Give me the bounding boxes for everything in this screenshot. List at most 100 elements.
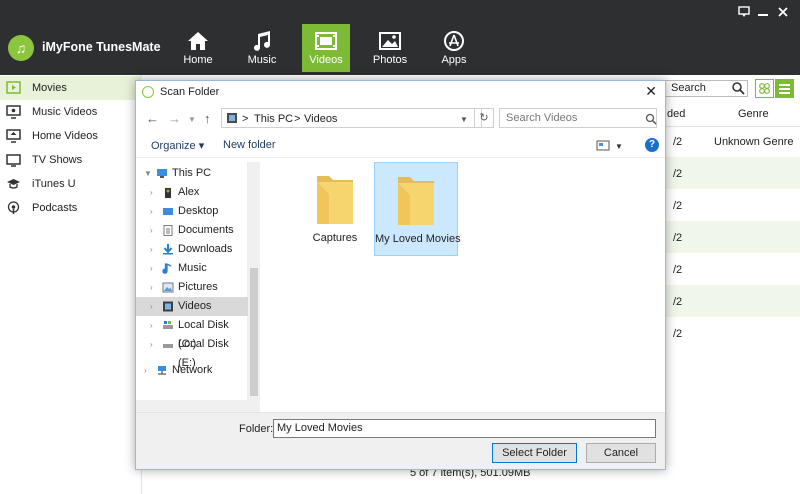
nav-photos[interactable]: Photos: [366, 24, 414, 72]
sidebar-item-music-videos[interactable]: Music Videos: [0, 100, 142, 124]
sidebar-item-movies[interactable]: Movies: [0, 76, 142, 100]
sidebar-item-itunes-u[interactable]: iTunes U: [0, 172, 142, 196]
address-dropdown-icon[interactable]: ▼: [460, 115, 468, 124]
tree-item-videos[interactable]: › Videos: [136, 297, 248, 316]
downloads-folder-icon: [163, 244, 173, 255]
sidebar-item-tv-shows[interactable]: TV Shows: [0, 148, 142, 172]
tree-item-local-disk-c[interactable]: › Local Disk (C:): [136, 316, 248, 350]
up-arrow-icon[interactable]: ↑: [204, 111, 211, 126]
organize-menu[interactable]: Organize ▾: [151, 139, 204, 152]
select-folder-button[interactable]: Select Folder: [492, 443, 577, 463]
grid-view-button[interactable]: [755, 79, 774, 98]
collapsed-chevron-icon[interactable]: ›: [150, 240, 153, 259]
table-cell: /2: [673, 264, 683, 276]
tree-item-local-disk-e[interactable]: › Local Disk (E:): [136, 335, 248, 369]
sidebar-item-label: iTunes U: [32, 178, 76, 190]
nav-videos-label: Videos: [309, 54, 343, 66]
collapsed-chevron-icon[interactable]: ›: [150, 202, 153, 221]
nav-home-label: Home: [183, 54, 213, 66]
table-cell: /2: [673, 296, 683, 308]
tree-item-downloads[interactable]: › Downloads: [136, 240, 248, 259]
dialog-search-input[interactable]: Search Videos: [499, 108, 657, 128]
expand-icon[interactable]: ▼: [144, 164, 152, 183]
collapsed-chevron-icon[interactable]: ›: [150, 221, 153, 240]
tree-horizontal-scrollbar[interactable]: [136, 400, 260, 412]
collapsed-chevron-icon[interactable]: ›: [150, 335, 153, 354]
back-arrow-icon[interactable]: ←: [146, 111, 159, 126]
tree-item-music[interactable]: › Music: [136, 259, 248, 278]
collapsed-chevron-icon[interactable]: ›: [144, 361, 147, 380]
refresh-button[interactable]: ↻: [474, 108, 494, 128]
sidebar-item-label: Home Videos: [32, 130, 98, 142]
list-icon: [779, 84, 790, 94]
app-title: iMyFone TunesMate: [42, 40, 161, 54]
tree-item-desktop[interactable]: › Desktop: [136, 202, 248, 221]
app-header: ♫ iMyFone TunesMate Home Music Videos Ph…: [0, 0, 800, 75]
feedback-icon[interactable]: [738, 6, 750, 18]
dialog-title: Scan Folder: [160, 86, 220, 98]
tree-item-this-pc[interactable]: ▼ This PC: [136, 164, 248, 183]
dialog-close-icon[interactable]: ✕: [645, 84, 657, 98]
collapsed-chevron-icon[interactable]: ›: [150, 278, 153, 297]
collapsed-chevron-icon[interactable]: ›: [150, 316, 153, 335]
command-bar: Organize ▾ New folder ▼ ?: [136, 134, 665, 158]
drive-icon: [163, 321, 173, 329]
recent-chevron-icon[interactable]: ▼: [188, 115, 196, 124]
view-options-icon[interactable]: [596, 140, 610, 151]
drive-icon: [163, 344, 173, 348]
nav-photos-label: Photos: [372, 54, 408, 66]
table-cell: /2: [673, 136, 683, 148]
folder-name: My Loved Movies: [375, 233, 461, 245]
tree-item-pictures[interactable]: › Pictures: [136, 278, 248, 297]
tree-item-documents[interactable]: › Documents: [136, 221, 248, 240]
documents-folder-icon: [163, 225, 173, 236]
folder-name-input[interactable]: My Loved Movies: [273, 419, 656, 438]
folder-icon: [398, 177, 434, 225]
nav-music[interactable]: Music: [238, 24, 286, 72]
podcast-icon: [7, 201, 20, 214]
tree-item-alex[interactable]: › Alex: [136, 183, 248, 202]
music-video-icon: [6, 105, 21, 119]
folder-label: Folder:: [239, 423, 274, 435]
table-cell: /2: [673, 168, 683, 180]
scan-folder-dialog: Scan Folder ✕ ← → ▼ ↑ > This PC > Videos…: [135, 80, 666, 470]
cancel-button[interactable]: Cancel: [586, 443, 656, 463]
dialog-app-icon: [142, 86, 154, 98]
address-bar[interactable]: > This PC > Videos ▼: [221, 108, 482, 128]
minimize-icon[interactable]: [757, 6, 769, 18]
video-icon: [315, 32, 337, 50]
help-icon[interactable]: ?: [645, 138, 659, 152]
desktop-folder-icon: [163, 208, 173, 215]
nav-home[interactable]: Home: [174, 24, 222, 72]
list-view-button[interactable]: [775, 79, 794, 98]
header-divider: [662, 126, 800, 127]
table-cell-genre: Unknown Genre: [714, 136, 794, 148]
new-folder-button[interactable]: New folder: [223, 139, 276, 151]
forward-arrow-icon[interactable]: →: [168, 111, 181, 126]
view-dropdown-icon[interactable]: ▼: [615, 142, 623, 151]
folder-item-captures[interactable]: Captures: [293, 162, 377, 256]
collapsed-chevron-icon[interactable]: ›: [150, 259, 153, 278]
sidebar-item-label: TV Shows: [32, 154, 83, 166]
scrollbar-thumb[interactable]: [250, 268, 258, 396]
close-icon[interactable]: [777, 6, 789, 18]
collapsed-chevron-icon[interactable]: ›: [150, 297, 153, 316]
sidebar-item-home-videos[interactable]: Home Videos: [0, 124, 142, 148]
tree-scrollbar[interactable]: [248, 162, 260, 412]
search-icon[interactable]: [731, 81, 745, 95]
movie-icon: [6, 81, 21, 94]
refresh-icon: ↻: [479, 112, 489, 124]
collapsed-chevron-icon[interactable]: ›: [150, 183, 153, 202]
nav-apps[interactable]: Apps: [430, 24, 478, 72]
home-icon: [188, 32, 208, 50]
nav-videos[interactable]: Videos: [302, 24, 350, 72]
breadcrumb-this-pc[interactable]: This PC: [254, 113, 293, 125]
column-header-partial[interactable]: ded: [667, 108, 685, 120]
graduation-cap-icon: [7, 179, 20, 189]
folder-item-my-loved-movies[interactable]: My Loved Movies: [374, 162, 461, 256]
column-header-genre[interactable]: Genre: [738, 108, 769, 120]
tree-item-network[interactable]: › Network: [136, 361, 248, 380]
breadcrumb-videos[interactable]: Videos: [304, 113, 337, 125]
search-icon[interactable]: [645, 113, 657, 125]
sidebar-item-podcasts[interactable]: Podcasts: [0, 196, 142, 220]
